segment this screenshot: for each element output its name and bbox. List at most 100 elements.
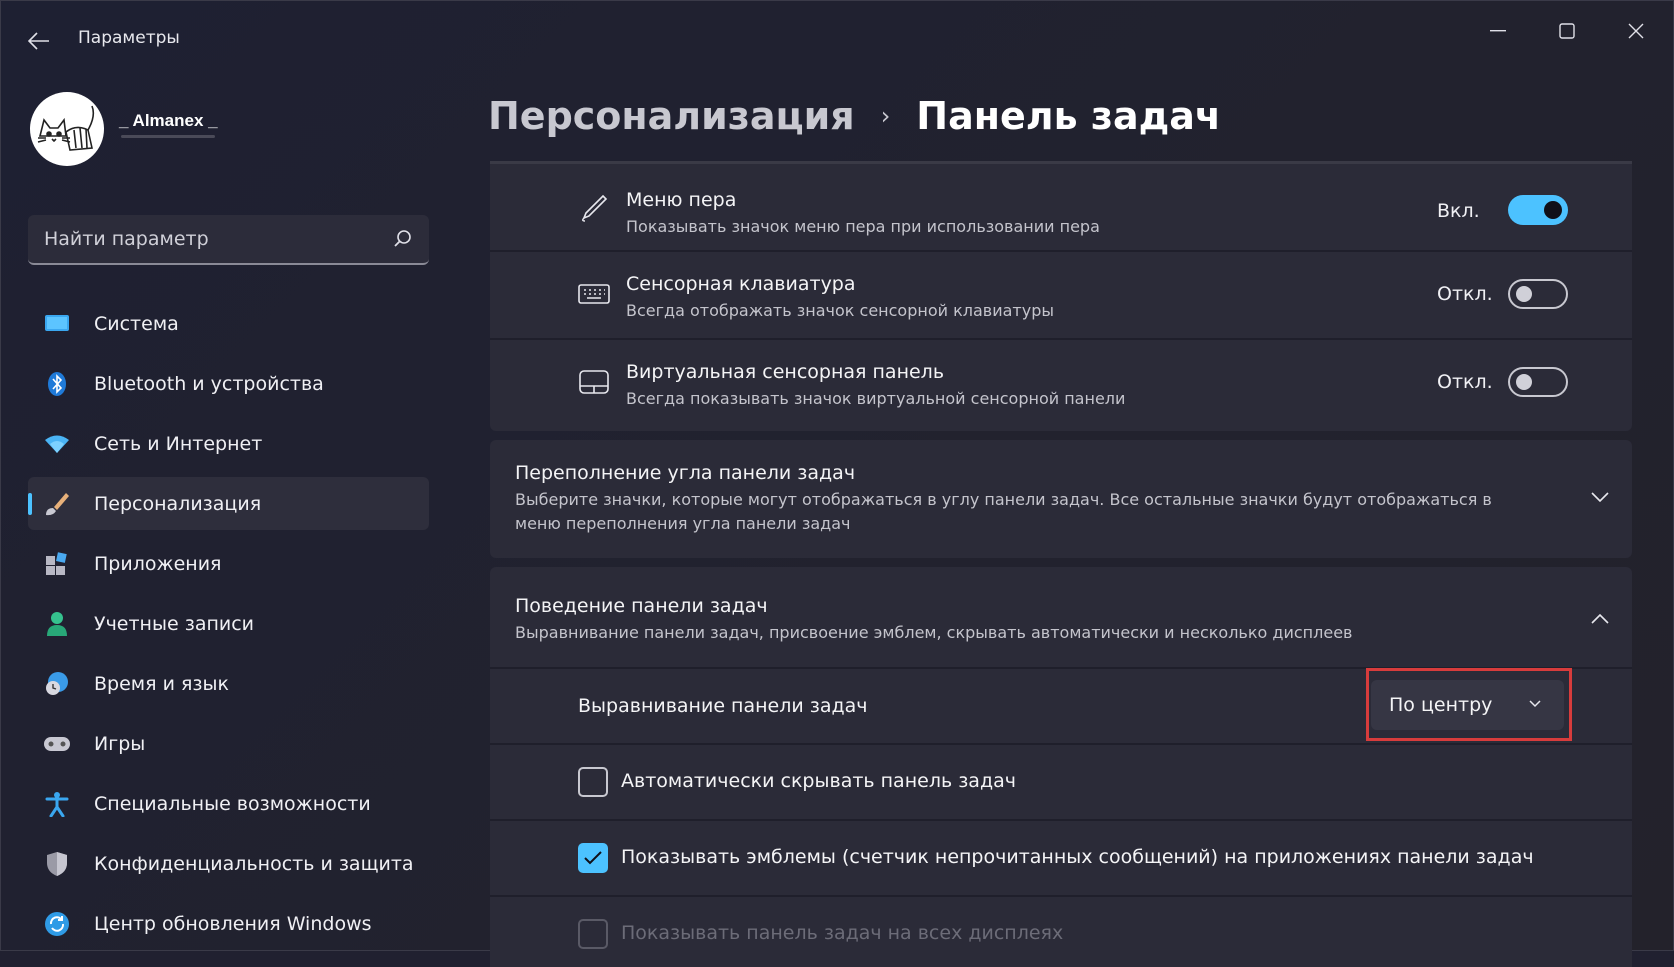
shield-icon — [43, 850, 71, 878]
gamepad-icon — [43, 730, 71, 758]
close-icon — [1628, 23, 1644, 39]
user-email-redacted — [121, 135, 215, 138]
all-displays-checkbox — [578, 919, 608, 949]
alignment-dropdown[interactable]: По центру — [1371, 680, 1564, 730]
accessibility-icon — [43, 790, 71, 818]
maximize-button[interactable] — [1537, 11, 1597, 51]
sidebar-item-label: Приложения — [94, 552, 222, 575]
row-title: Виртуальная сенсорная панель — [626, 361, 945, 383]
sidebar-item-label: Игры — [94, 732, 146, 755]
wifi-icon — [43, 430, 71, 458]
alignment-label: Выравнивание панели задач — [578, 695, 868, 717]
toggle-knob — [1516, 286, 1532, 302]
sidebar-item-label: Центр обновления Windows — [94, 912, 372, 935]
sidebar-item-network[interactable]: Сеть и Интернет — [28, 417, 429, 470]
touchpad-icon — [578, 366, 610, 398]
avatar[interactable] — [30, 92, 104, 166]
breadcrumb-parent[interactable]: Персонализация — [488, 94, 855, 138]
touch-keyboard-row: Сенсорная клавиатура Всегда отображать з… — [490, 252, 1632, 338]
search-box[interactable] — [28, 215, 429, 265]
sidebar-item-accounts[interactable]: Учетные записи — [28, 597, 429, 650]
maximize-icon — [1559, 23, 1575, 39]
sidebar-item-label: Bluetooth и устройства — [94, 372, 324, 395]
search-input[interactable] — [28, 228, 368, 250]
apps-icon — [43, 550, 71, 578]
sidebar-item-bluetooth[interactable]: Bluetooth и устройства — [28, 357, 429, 410]
pen-icon — [578, 192, 610, 224]
auto-hide-checkbox[interactable] — [578, 767, 608, 797]
checkbox-label: Автоматически скрывать панель задач — [621, 770, 1016, 792]
row-description: Показывать значок меню пера при использо… — [626, 217, 1100, 236]
checkbox-label: Показывать эмблемы (счетчик непрочитанны… — [621, 846, 1534, 868]
section-description: Выберите значки, которые могут отображат… — [515, 490, 1492, 533]
virtual-touchpad-toggle[interactable] — [1508, 367, 1568, 397]
sidebar-item-windows-update[interactable]: Центр обновления Windows — [28, 897, 429, 950]
taskbar-overflow-card[interactable]: Переполнение угла панели задач Выберите … — [490, 440, 1632, 558]
auto-hide-row: Автоматически скрывать панель задач — [490, 745, 1632, 819]
sidebar-item-accessibility[interactable]: Специальные возможности — [28, 777, 429, 830]
taskbar-items-card: Меню пера Показывать значок меню пера пр… — [490, 161, 1632, 431]
page-title: Панель задач — [916, 94, 1222, 138]
bluetooth-icon — [43, 370, 71, 398]
toggle-knob — [1516, 374, 1532, 390]
row-description: Всегда показывать значок виртуальной сен… — [626, 389, 1126, 408]
sidebar-item-privacy[interactable]: Конфиденциальность и защита — [28, 837, 429, 890]
sidebar-item-label: Конфиденциальность и защита — [94, 852, 414, 875]
alignment-row: Выравнивание панели задач По центру — [490, 668, 1632, 743]
virtual-touchpad-row: Виртуальная сенсорная панель Всегда пока… — [490, 340, 1632, 429]
behavior-header[interactable]: Поведение панели задач Выравнивание пане… — [490, 567, 1632, 667]
section-title: Переполнение угла панели задач — [515, 462, 856, 484]
user-name: _ Almanex _ — [119, 111, 218, 130]
close-button[interactable] — [1606, 11, 1666, 51]
all-displays-row: Показывать панель задач на всех дисплеях — [490, 897, 1632, 967]
time-language-icon — [43, 670, 71, 698]
sidebar-item-label: Система — [94, 312, 179, 335]
checkbox-label: Показывать панель задач на всех дисплеях — [621, 922, 1064, 944]
section-title: Поведение панели задач — [515, 595, 768, 617]
breadcrumb-separator: › — [880, 102, 891, 130]
taskbar-behavior-card: Поведение панели задач Выравнивание пане… — [490, 567, 1632, 967]
settings-window: Параметры _ Almanex _ Найти параметр Сис… — [0, 0, 1674, 967]
chevron-down-icon[interactable] — [1588, 485, 1612, 509]
update-icon — [43, 910, 71, 938]
sidebar-item-label: Учетные записи — [94, 612, 255, 635]
back-button[interactable] — [21, 23, 57, 59]
sidebar-item-label: Время и язык — [94, 672, 229, 695]
account-icon — [43, 610, 71, 638]
sidebar-item-personalization[interactable]: Персонализация — [28, 477, 429, 530]
badges-row: Показывать эмблемы (счетчик непрочитанны… — [490, 821, 1632, 895]
sidebar-item-time-language[interactable]: Время и язык — [28, 657, 429, 710]
sidebar-item-gaming[interactable]: Игры — [28, 717, 429, 770]
search-icon[interactable] — [393, 229, 413, 249]
brush-icon — [43, 490, 71, 518]
pen-menu-row: Меню пера Показывать значок меню пера пр… — [490, 164, 1632, 250]
row-description: Всегда отображать значок сенсорной клави… — [626, 301, 1055, 320]
minimize-icon — [1490, 30, 1506, 32]
chevron-up-icon[interactable] — [1588, 607, 1612, 631]
title-bar: Параметры — [1, 1, 1673, 79]
section-description: Выравнивание панели задач, присвоение эм… — [515, 623, 1353, 642]
cat-avatar-icon — [37, 105, 95, 151]
toggle-knob — [1544, 201, 1562, 219]
minimize-button[interactable] — [1468, 11, 1528, 51]
breadcrumb: Персонализация › Панель задач — [488, 91, 1221, 141]
toggle-state-label: Вкл. — [1437, 200, 1480, 222]
system-icon — [43, 310, 71, 338]
sidebar-item-label: Сеть и Интернет — [94, 432, 263, 455]
sidebar-item-label: Персонализация — [94, 492, 262, 515]
chevron-down-icon — [1529, 700, 1541, 708]
row-title: Меню пера — [626, 189, 737, 211]
sidebar-item-apps[interactable]: Приложения — [28, 537, 429, 590]
row-title: Сенсорная клавиатура — [626, 273, 856, 295]
sidebar-item-system[interactable]: Система — [28, 297, 429, 350]
sidebar-item-label: Специальные возможности — [94, 792, 371, 815]
back-arrow-icon — [28, 32, 49, 50]
toggle-state-label: Откл. — [1437, 371, 1493, 393]
sidebar-nav: Система Bluetooth и устройства Сеть и Ин… — [28, 297, 429, 957]
toggle-state-label: Откл. — [1437, 283, 1493, 305]
checkmark-icon — [584, 851, 602, 865]
pen-menu-toggle[interactable] — [1508, 195, 1568, 225]
keyboard-icon — [578, 278, 610, 310]
touch-keyboard-toggle[interactable] — [1508, 279, 1568, 309]
badges-checkbox[interactable] — [578, 843, 608, 873]
